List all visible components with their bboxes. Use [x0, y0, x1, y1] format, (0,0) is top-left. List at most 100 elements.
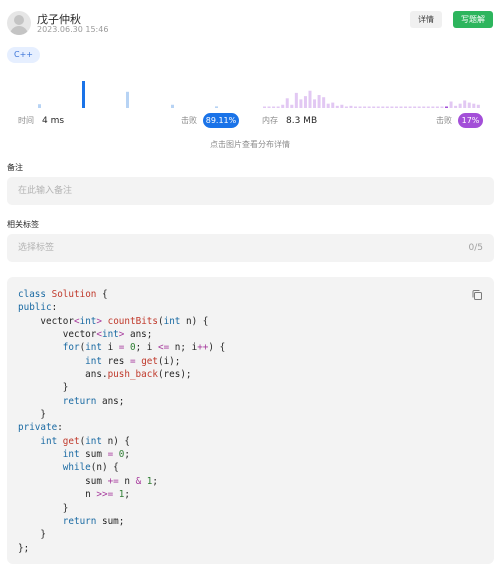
code-line: private:	[18, 422, 63, 434]
runtime-value: 4 ms	[42, 116, 65, 126]
code-line: vector<int> countBits(int n) {	[18, 315, 209, 327]
tags-label: 相关标签	[7, 220, 39, 229]
code-line: int res = get(i);	[85, 355, 181, 367]
code-line: return ans;	[62, 395, 125, 407]
avatar-head-shape	[14, 15, 24, 25]
memory-bar	[349, 105, 353, 108]
memory-bar	[404, 106, 408, 108]
memory-bar	[463, 100, 467, 108]
memory-bar	[326, 103, 330, 108]
memory-bar	[308, 90, 312, 108]
runtime-stat: 时间 4 ms	[18, 113, 64, 129]
memory-bar	[467, 102, 471, 108]
memory-bar	[408, 106, 412, 108]
memory-bar	[381, 106, 385, 108]
tags-placeholder: 选择标签	[18, 243, 55, 253]
runtime-label: 时间	[18, 116, 34, 125]
runtime-bar	[126, 91, 129, 108]
memory-bar	[340, 104, 344, 108]
language-tag: C++	[7, 47, 40, 63]
code-line: while(n) {	[62, 462, 119, 474]
code-line: return sum;	[62, 515, 125, 527]
memory-distribution-bars	[263, 90, 480, 108]
avatar[interactable]	[7, 11, 31, 35]
memory-bar	[290, 104, 294, 108]
memory-bar	[394, 106, 398, 108]
note-label: 备注	[7, 163, 23, 172]
memory-bar	[272, 106, 276, 108]
memory-bar	[431, 106, 435, 108]
memory-beat-label: 击败	[436, 116, 452, 125]
memory-bar	[435, 106, 439, 108]
runtime-beat-badge: 89.11%	[203, 113, 239, 128]
memory-bar	[476, 104, 480, 108]
memory-bar	[458, 103, 462, 108]
code-line: }	[18, 529, 46, 541]
memory-bar	[376, 106, 380, 108]
memory-bar	[454, 105, 458, 108]
memory-bar	[354, 106, 357, 108]
memory-bar	[299, 99, 303, 108]
memory-bar	[413, 106, 417, 108]
runtime-distribution-bars	[38, 81, 218, 108]
memory-bar	[331, 102, 335, 108]
code-line: }	[18, 409, 46, 421]
memory-bar	[367, 106, 371, 108]
memory-bar	[372, 106, 376, 108]
runtime-bar	[215, 106, 218, 108]
memory-bar	[472, 103, 476, 108]
distribution-chart[interactable]	[0, 70, 500, 110]
code-line: vector<int> ans;	[18, 329, 153, 341]
memory-bar	[426, 106, 430, 108]
memory-bar	[276, 106, 280, 108]
code-line: }	[18, 382, 69, 394]
write-solution-button[interactable]: 写题解	[453, 11, 493, 28]
submission-datetime: 2023.06.30 15:46	[37, 25, 109, 34]
chart-hint[interactable]: 点击图片查看分布详情	[0, 139, 500, 150]
code-line: ans.push_back(res);	[18, 369, 192, 381]
memory-bar	[422, 106, 426, 108]
code-line: int get(int n) {	[40, 435, 130, 447]
memory-value: 8.3 MB	[286, 116, 318, 126]
code-line: for(int i = 0; i <= n; i++) {	[62, 342, 226, 354]
memory-bar	[294, 92, 298, 108]
runtime-bar	[171, 104, 174, 108]
code-line: };	[18, 542, 30, 554]
memory-bar	[322, 97, 326, 108]
memory-beat-badge: 17%	[458, 113, 483, 128]
memory-bar	[385, 106, 389, 108]
memory-bar	[445, 106, 448, 108]
memory-bar	[358, 106, 362, 108]
copy-icon[interactable]	[471, 289, 483, 301]
memory-bar	[303, 96, 307, 108]
runtime-beat-label: 击败	[181, 116, 197, 125]
memory-bar	[313, 99, 317, 108]
memory-bar	[263, 106, 266, 108]
code-line: n >>= 1;	[18, 489, 130, 501]
note-input[interactable]: 在此输入备注	[7, 177, 494, 205]
code-line: }	[18, 502, 69, 514]
code-line: int sum = 0;	[62, 449, 131, 461]
submission-header: 戊子仲秋 2023.06.30 15:46 详情 写题解	[0, 0, 500, 44]
tags-count: 0/5	[468, 243, 483, 253]
memory-bar	[335, 105, 339, 108]
memory-bar	[317, 95, 321, 108]
tags-select[interactable]: 选择标签 0/5	[7, 234, 494, 262]
memory-bar	[285, 98, 289, 108]
runtime-bar	[38, 104, 41, 108]
detail-button[interactable]: 详情	[410, 11, 442, 28]
avatar-body-shape	[10, 26, 28, 35]
memory-bar	[281, 104, 285, 108]
memory-bar	[417, 106, 421, 108]
code-line: public:	[18, 302, 58, 314]
code-content: class Solution {public: vector<int> coun…	[18, 288, 225, 555]
memory-bar	[399, 106, 403, 108]
memory-bar	[267, 106, 271, 108]
memory-bar	[449, 101, 453, 108]
memory-bar	[390, 106, 394, 108]
note-placeholder: 在此输入备注	[18, 186, 73, 196]
memory-bar	[440, 106, 444, 108]
memory-stat: 内存 8.3 MB	[262, 113, 317, 129]
memory-bar	[363, 106, 367, 108]
code-line: sum += n & 1;	[18, 475, 158, 487]
